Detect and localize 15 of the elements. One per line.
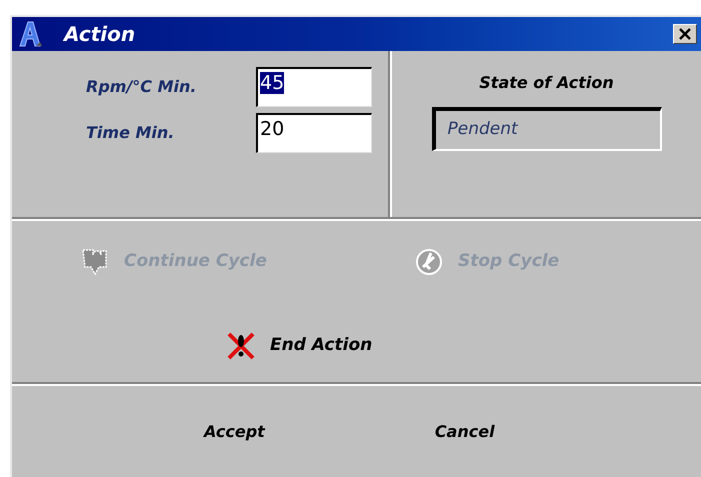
- dialog-button[interactable]: Cancel: [434, 420, 495, 444]
- close-button[interactable]: [673, 24, 697, 44]
- puzzle-icon: [80, 247, 110, 277]
- state-field: Pendent: [432, 107, 662, 151]
- input-field[interactable]: 20: [256, 113, 372, 153]
- dialog-button[interactable]: Accept: [204, 420, 265, 444]
- state-label: State of Action: [479, 72, 614, 94]
- cross-exclamation-icon: [226, 331, 256, 361]
- window-title: Action: [64, 21, 136, 48]
- field-label: Time Min.: [86, 122, 176, 144]
- close-icon: [679, 28, 691, 40]
- action-button[interactable]: End Action: [226, 331, 372, 361]
- hand-circle-icon: [414, 247, 444, 277]
- input-field[interactable]: 45: [256, 67, 372, 107]
- field-label: Rpm/°C Min.: [86, 76, 198, 98]
